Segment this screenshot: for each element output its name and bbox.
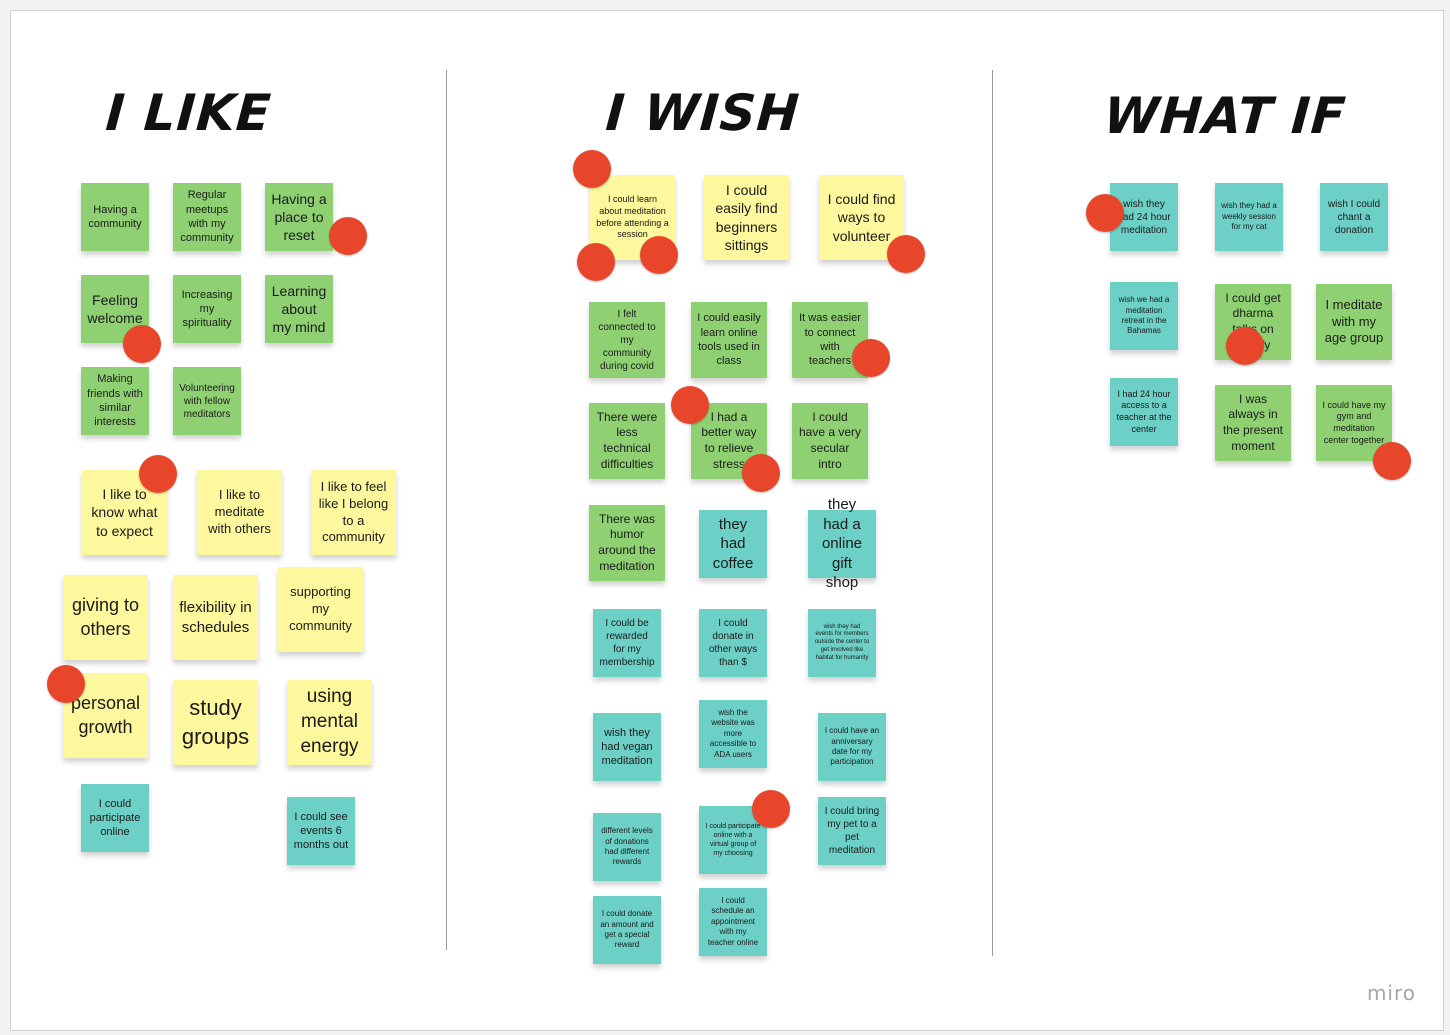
sticky-note[interactable]: wish the website was more accessible to … bbox=[699, 700, 767, 768]
vote-dot[interactable] bbox=[123, 325, 161, 363]
vote-dot[interactable] bbox=[329, 217, 367, 255]
vote-dot[interactable] bbox=[577, 243, 615, 281]
vote-dot[interactable] bbox=[1226, 327, 1264, 365]
sticky-note[interactable]: Regular meetups with my community bbox=[173, 183, 241, 251]
column-divider bbox=[446, 70, 447, 950]
sticky-note[interactable]: wish I could chant a donation bbox=[1320, 183, 1388, 251]
sticky-note[interactable]: Having a community bbox=[81, 183, 149, 251]
vote-dot[interactable] bbox=[139, 455, 177, 493]
sticky-note[interactable]: Having a place to reset bbox=[265, 183, 333, 251]
vote-dot[interactable] bbox=[1373, 442, 1411, 480]
sticky-note[interactable]: Increasing my spirituality bbox=[173, 275, 241, 343]
vote-dot[interactable] bbox=[573, 150, 611, 188]
heading-what-if: What if bbox=[1101, 87, 1349, 145]
sticky-note[interactable]: I like to meditate with others bbox=[197, 470, 282, 555]
vote-dot[interactable] bbox=[640, 236, 678, 274]
sticky-note[interactable]: I could schedule an appointment with my … bbox=[699, 888, 767, 956]
sticky-note[interactable]: Making friends with similar interests bbox=[81, 367, 149, 435]
sticky-note[interactable]: I could donate an amount and get a speci… bbox=[593, 896, 661, 964]
sticky-note[interactable]: I could easily learn online tools used i… bbox=[691, 302, 767, 378]
sticky-note[interactable]: I was always in the present moment bbox=[1215, 385, 1291, 461]
vote-dot[interactable] bbox=[752, 790, 790, 828]
sticky-note[interactable]: There were less technical difficulties bbox=[589, 403, 665, 479]
sticky-note[interactable]: wish we had a meditation retreat in the … bbox=[1110, 282, 1178, 350]
sticky-note[interactable]: Volunteering with fellow meditators bbox=[173, 367, 241, 435]
sticky-note[interactable]: I felt connected to my community during … bbox=[589, 302, 665, 378]
vote-dot[interactable] bbox=[1086, 194, 1124, 232]
sticky-note[interactable]: Learning about my mind bbox=[265, 275, 333, 343]
miro-logo: miro bbox=[1366, 981, 1416, 1005]
vote-dot[interactable] bbox=[671, 386, 709, 424]
vote-dot[interactable] bbox=[887, 235, 925, 273]
sticky-note[interactable]: I had 24 hour access to a teacher at the… bbox=[1110, 378, 1178, 446]
sticky-note[interactable]: wish they had vegan meditation bbox=[593, 713, 661, 781]
sticky-note[interactable]: I could bring my pet to a pet meditation bbox=[818, 797, 886, 865]
sticky-note[interactable]: giving to others bbox=[63, 575, 148, 660]
heading-i-wish: I wish bbox=[603, 84, 802, 142]
sticky-note[interactable]: I could have an anniversary date for my … bbox=[818, 713, 886, 781]
sticky-note[interactable]: I could be rewarded for my membership bbox=[593, 609, 661, 677]
sticky-note[interactable]: flexibility in schedules bbox=[173, 575, 258, 660]
sticky-note[interactable]: using mental energy bbox=[287, 680, 372, 765]
sticky-note[interactable]: wish they had a weekly session for my ca… bbox=[1215, 183, 1283, 251]
vote-dot[interactable] bbox=[852, 339, 890, 377]
sticky-note[interactable]: they had coffee bbox=[699, 510, 767, 578]
sticky-note[interactable]: I could donate in other ways than $ bbox=[699, 609, 767, 677]
vote-dot[interactable] bbox=[742, 454, 780, 492]
sticky-note[interactable]: I meditate with my age group bbox=[1316, 284, 1392, 360]
sticky-note[interactable]: different levels of donations had differ… bbox=[593, 813, 661, 881]
sticky-note[interactable]: There was humor around the meditation bbox=[589, 505, 665, 581]
sticky-note[interactable]: I could participate online bbox=[81, 784, 149, 852]
sticky-note[interactable]: I could see events 6 months out bbox=[287, 797, 355, 865]
sticky-note[interactable]: wish they had events for members outside… bbox=[808, 609, 876, 677]
sticky-note[interactable]: supporting my community bbox=[278, 567, 363, 652]
sticky-note[interactable]: I like to feel like I belong to a commun… bbox=[311, 470, 396, 555]
sticky-note[interactable]: I could have a very secular intro bbox=[792, 403, 868, 479]
sticky-note[interactable]: study groups bbox=[173, 680, 258, 765]
vote-dot[interactable] bbox=[47, 665, 85, 703]
heading-i-like: I like bbox=[103, 84, 274, 142]
sticky-note[interactable]: I could easily find beginners sittings bbox=[704, 175, 789, 260]
sticky-note[interactable]: they had a online gift shop bbox=[808, 496, 876, 591]
column-divider bbox=[992, 70, 993, 956]
